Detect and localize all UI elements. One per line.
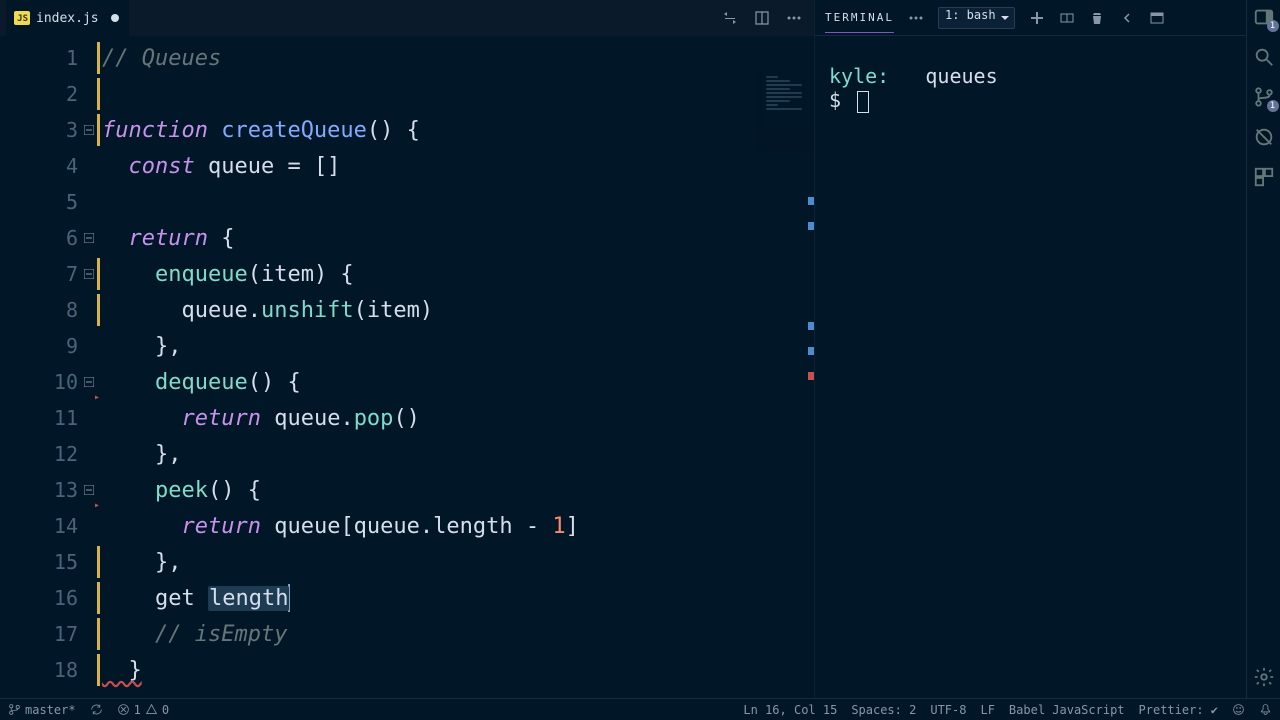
code-line[interactable]	[100, 184, 814, 220]
code-line[interactable]	[100, 76, 814, 112]
line-number[interactable]: 8	[0, 292, 100, 328]
compare-changes-icon[interactable]	[722, 10, 738, 26]
code-line[interactable]: enqueue(item) {	[100, 256, 814, 292]
encoding[interactable]: UTF-8	[930, 703, 966, 717]
code-line[interactable]: return queue.pop()	[100, 400, 814, 436]
overview-ruler[interactable]	[806, 72, 814, 698]
line-number[interactable]: 3	[0, 112, 100, 148]
fold-icon[interactable]	[82, 231, 96, 245]
line-number[interactable]: 5	[0, 184, 100, 220]
prompt-dir: queues	[925, 64, 997, 88]
line-number[interactable]: 10▸	[0, 364, 100, 400]
right-activity-rail: 1 1	[1246, 0, 1280, 698]
code-line[interactable]: },	[100, 328, 814, 364]
line-number[interactable]: 15	[0, 544, 100, 580]
line-number[interactable]: 4	[0, 148, 100, 184]
code-line[interactable]: get length	[100, 580, 814, 616]
bell-icon[interactable]	[1259, 703, 1272, 716]
line-number[interactable]: 9	[0, 328, 100, 364]
eol[interactable]: LF	[980, 703, 994, 717]
code-line[interactable]: dequeue() {	[100, 364, 814, 400]
problems-item[interactable]: 1 0	[117, 703, 169, 717]
branch-name: master*	[25, 703, 76, 717]
fold-icon[interactable]	[82, 267, 96, 281]
terminal-tab-label[interactable]: TERMINAL	[825, 11, 894, 33]
error-count: 1	[134, 703, 141, 717]
spaces[interactable]: Spaces: 2	[851, 703, 916, 717]
git-badge: 1	[1267, 100, 1279, 112]
split-editor-icon[interactable]	[754, 10, 770, 26]
maximize-terminal-icon[interactable]	[1149, 10, 1165, 26]
terminal-header: TERMINAL 1: bash	[815, 0, 1246, 36]
code-line[interactable]: // Queues	[100, 40, 814, 76]
toggle-badge: 1	[1267, 20, 1279, 32]
editor-body[interactable]: 12345678910▸111213▸1415161718 // Queuesf…	[0, 36, 814, 698]
code-line[interactable]: peek() {	[100, 472, 814, 508]
line-number[interactable]: 17	[0, 616, 100, 652]
code-line[interactable]: },	[100, 544, 814, 580]
more-actions-icon[interactable]	[786, 10, 802, 26]
line-number[interactable]: 14	[0, 508, 100, 544]
code-area[interactable]: // Queues function createQueue() { const …	[100, 36, 814, 698]
status-bar: master* 1 0 Ln 16, Col 15 Spaces: 2 UTF-…	[0, 698, 1280, 720]
line-number[interactable]: 11	[0, 400, 100, 436]
kill-terminal-icon[interactable]	[1089, 10, 1105, 26]
collapse-terminal-icon[interactable]	[1119, 10, 1135, 26]
js-icon: JS	[14, 11, 30, 25]
split-terminal-icon[interactable]	[1059, 10, 1075, 26]
terminal-cursor-icon	[857, 91, 869, 113]
search-icon[interactable]	[1253, 46, 1275, 68]
code-line[interactable]: function createQueue() {	[100, 112, 814, 148]
toggle-panel-icon[interactable]: 1	[1253, 6, 1275, 28]
line-gutter: 12345678910▸111213▸1415161718	[0, 36, 100, 698]
code-line[interactable]: // isEmpty	[100, 616, 814, 652]
fold-icon[interactable]	[82, 123, 96, 137]
fold-icon[interactable]	[82, 375, 96, 389]
tab-filename: index.js	[36, 11, 99, 26]
terminal-output[interactable]: kyle: queues $	[815, 36, 1246, 698]
debug-icon[interactable]	[1253, 126, 1275, 148]
language-mode[interactable]: Babel JavaScript	[1009, 703, 1125, 717]
line-number[interactable]: 6	[0, 220, 100, 256]
fold-icon[interactable]	[82, 483, 96, 497]
code-line[interactable]: return {	[100, 220, 814, 256]
tab-bar: JS index.js	[0, 0, 814, 36]
sync-item[interactable]	[90, 703, 103, 716]
git-branch-icon[interactable]: 1	[1253, 86, 1275, 108]
line-number[interactable]: 2	[0, 76, 100, 112]
feedback-icon[interactable]	[1232, 703, 1245, 716]
line-number[interactable]: 7	[0, 256, 100, 292]
selected-word: length	[208, 586, 289, 611]
warning-count: 0	[162, 703, 169, 717]
new-terminal-icon[interactable]	[1029, 10, 1045, 26]
code-line[interactable]: const queue = []	[100, 148, 814, 184]
code-line[interactable]: return queue[queue.length - 1]	[100, 508, 814, 544]
terminal-more-icon[interactable]	[908, 10, 924, 26]
code-line[interactable]: }	[100, 652, 814, 688]
code-line[interactable]: queue.unshift(item)	[100, 292, 814, 328]
line-number[interactable]: 13▸	[0, 472, 100, 508]
dirty-indicator-icon	[111, 14, 119, 22]
branch-item[interactable]: master*	[8, 703, 76, 717]
prompt-char: $	[829, 88, 841, 112]
extensions-icon[interactable]	[1253, 166, 1275, 188]
editor-pane: JS index.js 12345678910▸111213▸141516171…	[0, 0, 814, 698]
code-line[interactable]: },	[100, 436, 814, 472]
terminal-panel: TERMINAL 1: bash kyle: queues $	[814, 0, 1246, 698]
line-number[interactable]: 12	[0, 436, 100, 472]
settings-gear-icon[interactable]	[1253, 666, 1275, 688]
prompt-user: kyle:	[829, 64, 889, 88]
line-number[interactable]: 16	[0, 580, 100, 616]
terminal-dropdown[interactable]: 1: bash	[938, 7, 1015, 29]
line-number[interactable]: 18	[0, 652, 100, 688]
prettier-status[interactable]: Prettier: ✔	[1139, 703, 1218, 717]
cursor-pos[interactable]: Ln 16, Col 15	[743, 703, 837, 717]
line-number[interactable]: 1	[0, 40, 100, 76]
file-tab[interactable]: JS index.js	[6, 0, 129, 36]
